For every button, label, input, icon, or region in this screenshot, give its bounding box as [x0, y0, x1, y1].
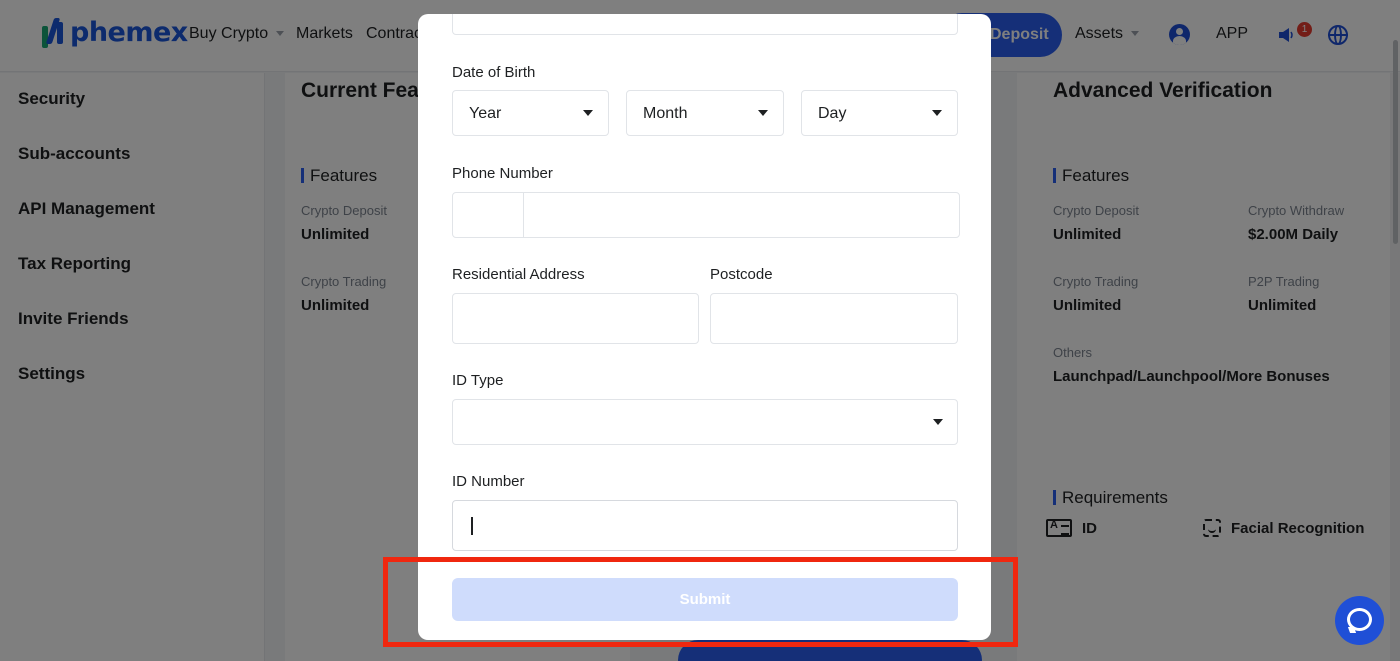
- previous-field-input[interactable]: [452, 14, 958, 35]
- id-type-label: ID Type: [452, 372, 504, 389]
- dob-day-placeholder: Day: [818, 105, 847, 122]
- dropdown-arrow-icon: [758, 110, 768, 116]
- dropdown-arrow-icon: [932, 110, 942, 116]
- id-type-select[interactable]: [452, 399, 958, 445]
- residential-address-input[interactable]: [452, 293, 699, 344]
- chat-support-icon[interactable]: [1335, 596, 1384, 645]
- submit-highlight-box: [383, 557, 1018, 647]
- postcode-input[interactable]: [710, 293, 958, 344]
- dob-year-select[interactable]: Year: [452, 90, 609, 136]
- phone-number-label: Phone Number: [452, 165, 553, 182]
- phone-number-field[interactable]: [452, 192, 960, 238]
- verification-form-modal: Date of Birth Year Month Day Phone Numbe…: [418, 14, 991, 640]
- date-of-birth-label: Date of Birth: [452, 64, 536, 81]
- postcode-label: Postcode: [710, 266, 773, 283]
- dob-year-placeholder: Year: [469, 105, 502, 122]
- id-number-label: ID Number: [452, 473, 525, 490]
- dropdown-arrow-icon: [933, 419, 943, 425]
- id-number-input[interactable]: [452, 500, 958, 551]
- text-cursor: [471, 517, 473, 535]
- phone-country-code-divider: [523, 193, 524, 237]
- dob-month-placeholder: Month: [643, 105, 688, 122]
- dob-day-select[interactable]: Day: [801, 90, 958, 136]
- residential-address-label: Residential Address: [452, 266, 585, 283]
- dob-month-select[interactable]: Month: [626, 90, 784, 136]
- dropdown-arrow-icon: [583, 110, 593, 116]
